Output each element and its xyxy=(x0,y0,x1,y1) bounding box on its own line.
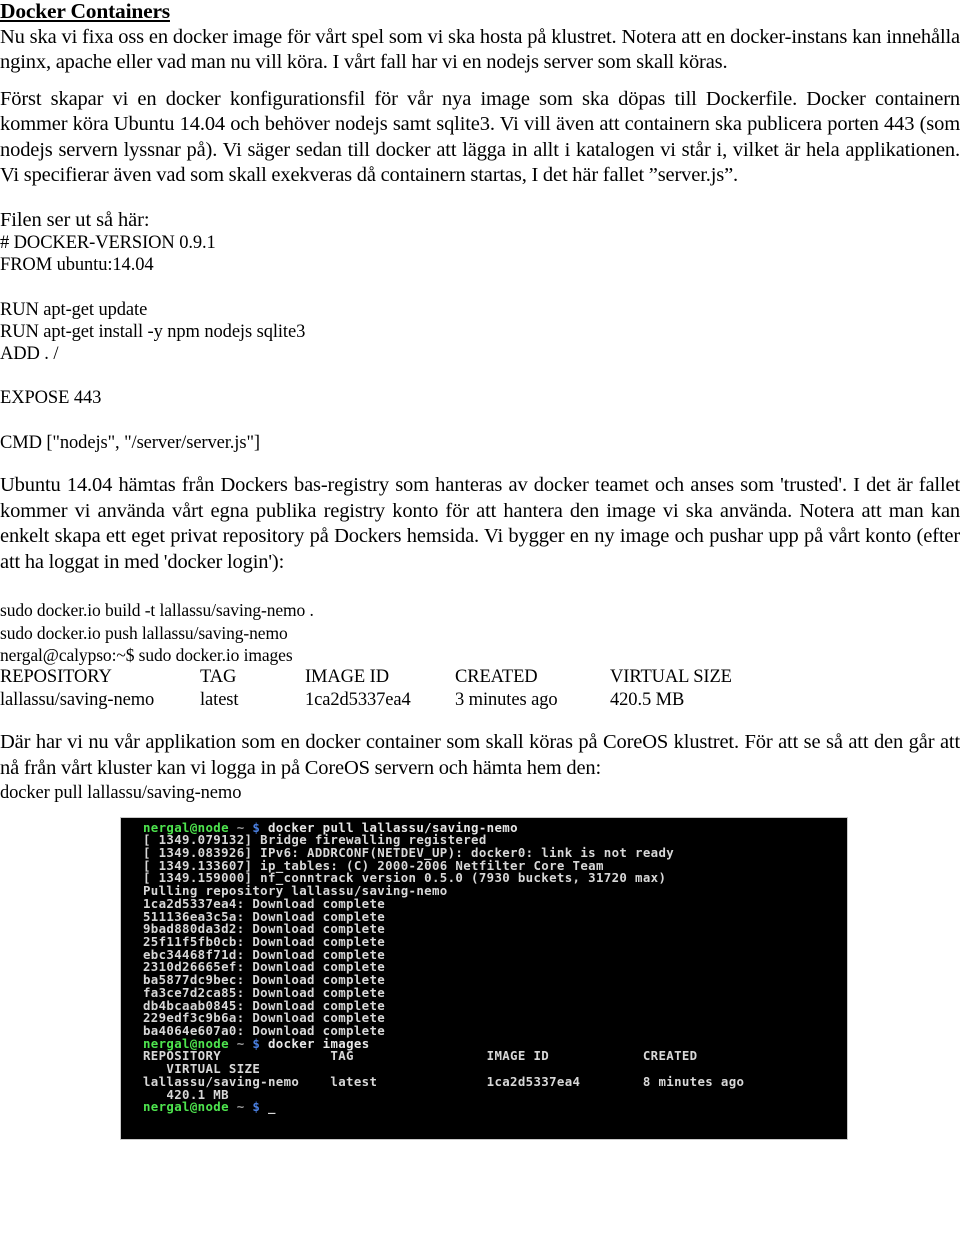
dockerfile-line: RUN apt-get install -y npm nodejs sqlite… xyxy=(0,321,306,342)
build-commands-block: sudo docker.io build -t lallassu/saving-… xyxy=(0,599,960,666)
pull-command: docker pull lallassu/saving-nemo xyxy=(0,782,242,803)
terminal-output-line: lallassu/saving-nemo latest 1ca2d5337ea4… xyxy=(143,1073,745,1089)
terminal-screenshot: nergal@node ~ $ docker pull lallassu/sav… xyxy=(120,816,848,1140)
build-command: sudo docker.io build -t lallassu/saving-… xyxy=(0,600,314,621)
terminal-dollar: $ xyxy=(252,1099,261,1115)
terminal-cwd: ~ xyxy=(228,1099,253,1115)
terminal-user: nergal@node xyxy=(143,1099,229,1115)
column-header-virtual-size: VIRTUAL SIZE xyxy=(610,667,732,688)
push-command: sudo docker.io push lallassu/saving-nemo xyxy=(0,622,288,643)
table-header-row: REPOSITORY TAG IMAGE ID CREATED VIRTUAL … xyxy=(0,666,790,689)
column-header-repository: REPOSITORY xyxy=(0,667,112,688)
dockerfile-line-blank xyxy=(0,365,960,387)
column-header-image-id: IMAGE ID xyxy=(305,667,389,688)
dockerfile-line: RUN apt-get update xyxy=(0,299,148,320)
cell-virtual-size: 420.5 MB xyxy=(610,689,685,710)
paragraph-dockerfile-intro: Först skapar vi en docker konfigurations… xyxy=(0,87,960,187)
terminal-cursor: _ xyxy=(260,1099,276,1115)
cell-created: 3 minutes ago xyxy=(455,689,558,710)
paragraph-intro: Nu ska vi fixa oss en docker image för v… xyxy=(0,25,960,74)
docker-images-table: REPOSITORY TAG IMAGE ID CREATED VIRTUAL … xyxy=(0,666,790,711)
images-command: nergal@calypso:~$ sudo docker.io images xyxy=(0,645,293,666)
file-intro-label: Filen ser ut så här: xyxy=(0,209,150,232)
dockerfile-line: ADD . / xyxy=(0,344,59,365)
column-header-tag: TAG xyxy=(200,667,237,688)
paragraph-registry: Ubuntu 14.04 hämtas från Dockers bas-reg… xyxy=(0,474,960,573)
terminal-output: nergal@node ~ $ docker pull lallassu/sav… xyxy=(143,821,847,1115)
cell-tag: latest xyxy=(200,689,239,710)
dockerfile-line: EXPOSE 443 xyxy=(0,388,102,409)
dockerfile-line: FROM ubuntu:14.04 xyxy=(0,255,154,276)
dockerfile-line: CMD ["nodejs", "/server/server.js"] xyxy=(0,432,260,453)
paragraph-coreos: Där har vi nu vår applikation som en doc… xyxy=(0,731,960,779)
dockerfile-line-blank xyxy=(0,410,960,432)
page-title: Docker Containers xyxy=(0,0,170,23)
terminal-prompt-line: nergal@node ~ $ _ xyxy=(143,1099,847,1115)
document-page: Docker Containers Nu ska vi fixa oss en … xyxy=(0,0,960,1257)
dockerfile-line-blank xyxy=(0,276,960,298)
cell-repository: lallassu/saving-nemo xyxy=(0,689,155,710)
dockerfile-block: Filen ser ut så här: # DOCKER-VERSION 0.… xyxy=(0,208,960,454)
table-row: lallassu/saving-nemo latest 1ca2d5337ea4… xyxy=(0,689,790,712)
cell-image-id: 1ca2d5337ea4 xyxy=(305,689,411,710)
column-header-created: CREATED xyxy=(455,667,538,688)
dockerfile-line: # DOCKER-VERSION 0.9.1 xyxy=(0,233,216,254)
